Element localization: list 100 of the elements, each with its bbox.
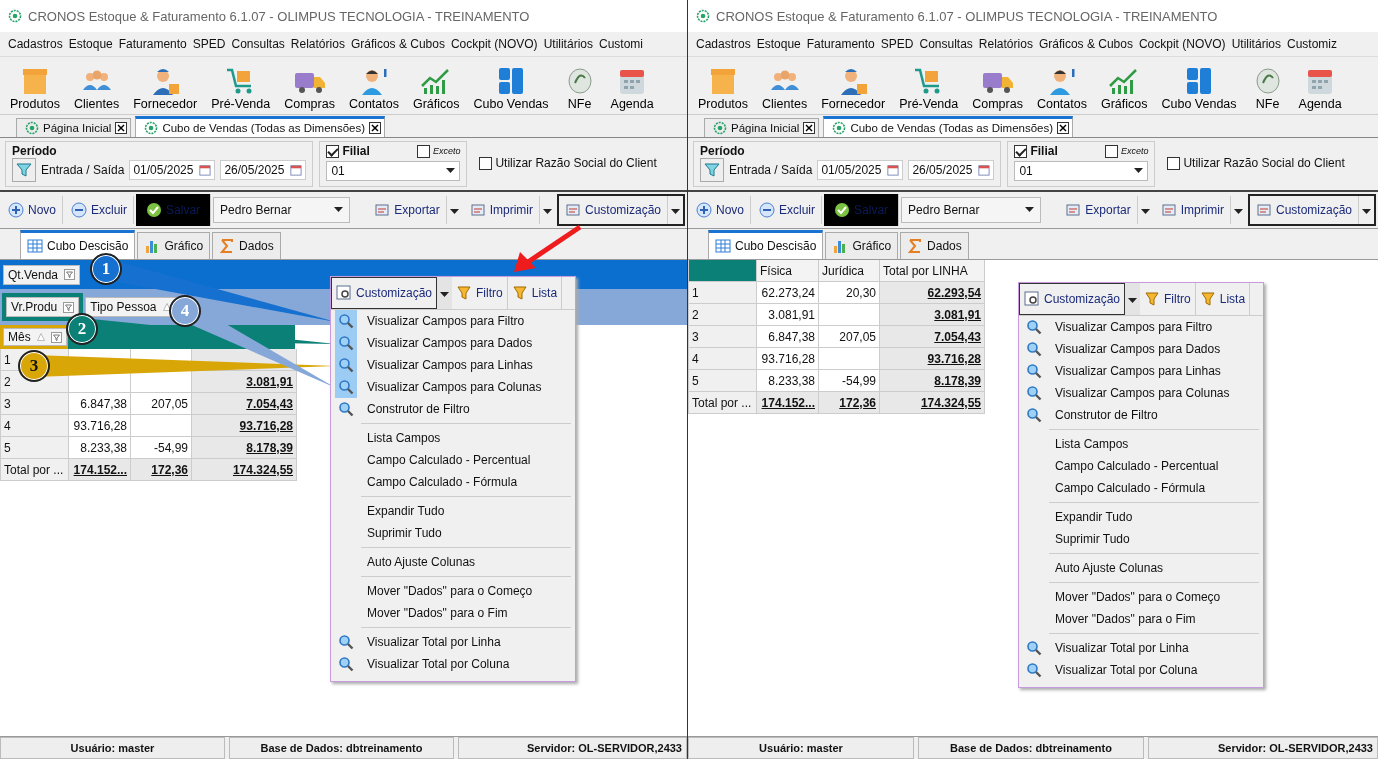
toolbar-button[interactable]: Clientes: [70, 66, 124, 111]
view-tab[interactable]: Gráfico: [825, 232, 899, 259]
menu-item[interactable]: Cadastros: [696, 37, 751, 51]
dropdown-arrow-icon[interactable]: [446, 168, 456, 174]
document-tab[interactable]: Cubo de Vendas (Todas as Dimensões): [823, 116, 1074, 137]
menu-item[interactable]: Visualizar Total por Coluna: [331, 653, 575, 675]
toolbar-button[interactable]: Produtos: [694, 66, 753, 111]
dropdown-arrow-icon[interactable]: [440, 291, 450, 298]
toolbar-button[interactable]: Cubo Vendas: [469, 66, 553, 111]
toolbar-button[interactable]: Contatos: [1032, 66, 1091, 111]
menu-item[interactable]: Mover "Dados" para o Fim: [331, 602, 575, 624]
toolbar-button[interactable]: Contatos: [344, 66, 403, 111]
close-icon[interactable]: [1057, 122, 1070, 134]
date-field[interactable]: 26/05/2025: [908, 160, 995, 180]
tab-label[interactable]: Cubo de Vendas (Todas as Dimensões): [162, 122, 366, 134]
close-icon[interactable]: [115, 122, 128, 134]
dropdown-arrow-icon[interactable]: [334, 207, 344, 213]
toolbar-button[interactable]: Compras: [968, 66, 1027, 111]
menu-item[interactable]: Expandir Tudo: [331, 500, 575, 522]
menu-item[interactable]: Visualizar Campos para Filtro: [331, 310, 575, 332]
toolbar-button[interactable]: Clientes: [758, 66, 812, 111]
toolbar-button[interactable]: Fornecedor: [817, 66, 890, 111]
dropdown-arrow-icon[interactable]: [542, 208, 552, 215]
except-checkbox[interactable]: Exceto: [416, 144, 461, 158]
toolbar-button[interactable]: Lista: [1195, 283, 1251, 315]
calendar-icon[interactable]: [887, 163, 900, 177]
calendar-icon[interactable]: [978, 163, 991, 177]
toolbar-button[interactable]: NFe: [558, 66, 601, 111]
menu-item[interactable]: Construtor de Filtro: [1019, 404, 1263, 426]
menu-item[interactable]: Campo Calculado - Percentual: [331, 449, 575, 471]
menu-item[interactable]: SPED: [192, 37, 226, 51]
menu-item[interactable]: Lista Campos: [1019, 433, 1263, 455]
user-select[interactable]: Pedro Bernar: [901, 197, 1042, 223]
menu-item[interactable]: Cockpit (NOVO): [1138, 37, 1226, 51]
filial-checkbox[interactable]: Filial: [326, 144, 370, 158]
close-icon[interactable]: [803, 122, 816, 134]
field-chip[interactable]: Qt.Venda: [3, 264, 81, 285]
customize-button[interactable]: Customização: [1019, 283, 1126, 315]
menu-item[interactable]: Faturamento: [118, 37, 187, 51]
menu-item[interactable]: Consultas: [231, 37, 285, 51]
toolbar-button[interactable]: Agenda: [606, 66, 658, 111]
toolbar-button[interactable]: Fornecedor: [129, 66, 202, 111]
menu-item[interactable]: Utilitários: [1231, 37, 1281, 51]
toolbar-button[interactable]: Filtro: [1140, 283, 1196, 315]
menu-item[interactable]: Consultas: [919, 37, 973, 51]
menu-item[interactable]: Utilitários: [543, 37, 593, 51]
dropdown-arrow-icon[interactable]: [1140, 208, 1150, 215]
dropdown-arrow-icon[interactable]: [1362, 208, 1371, 215]
menu-item[interactable]: Auto Ajuste Colunas: [331, 551, 575, 573]
sort-icon[interactable]: [162, 303, 171, 311]
toolbar-button[interactable]: Lista: [507, 277, 563, 309]
tab-label[interactable]: Página Inicial: [43, 122, 112, 134]
menu-item[interactable]: Visualizar Campos para Linhas: [331, 354, 575, 376]
close-icon[interactable]: [369, 122, 382, 134]
menu-item[interactable]: Lista Campos: [331, 427, 575, 449]
user-select[interactable]: Pedro Bernar: [213, 197, 351, 223]
menu-item[interactable]: Visualizar Campos para Colunas: [331, 376, 575, 398]
document-tab[interactable]: Cubo de Vendas (Todas as Dimensões): [135, 116, 386, 137]
menu-item[interactable]: Suprimir Tudo: [1019, 528, 1263, 550]
menu-item[interactable]: Estoque: [756, 37, 801, 51]
dropdown-arrow-icon[interactable]: [1134, 168, 1144, 174]
menu-item[interactable]: Visualizar Campos para Dados: [331, 332, 575, 354]
dropdown-arrow-icon[interactable]: [1233, 208, 1243, 215]
menu-item[interactable]: Visualizar Total por Linha: [331, 631, 575, 653]
tab-label[interactable]: Cubo de Vendas (Todas as Dimensões): [850, 122, 1054, 134]
razao-checkbox[interactable]: Utilizar Razão Social do Client: [479, 156, 657, 170]
document-tab[interactable]: Página Inicial: [704, 118, 820, 137]
menu-item[interactable]: Customiz: [1286, 37, 1337, 51]
menu-item[interactable]: Auto Ajuste Colunas: [1019, 557, 1263, 579]
menu-item[interactable]: Campo Calculado - Fórmula: [331, 471, 575, 493]
tab-label[interactable]: Página Inicial: [731, 122, 800, 134]
view-tab[interactable]: Dados: [212, 232, 281, 259]
date-field[interactable]: 26/05/2025: [220, 160, 307, 180]
dropdown-arrow-icon[interactable]: [671, 208, 680, 215]
filial-checkbox[interactable]: Filial: [1014, 144, 1058, 158]
filter-button[interactable]: [12, 158, 36, 182]
date-field[interactable]: 01/05/2025: [817, 160, 904, 180]
menu-item[interactable]: SPED: [880, 37, 914, 51]
calendar-icon[interactable]: [290, 163, 303, 177]
except-checkbox[interactable]: Exceto: [1104, 144, 1149, 158]
filial-select[interactable]: 01: [1014, 161, 1149, 181]
view-tab[interactable]: Cubo Descisão: [708, 230, 824, 259]
menu-item[interactable]: Construtor de Filtro: [331, 398, 575, 420]
toolbar-button[interactable]: Cubo Vendas: [1157, 66, 1241, 111]
menu-item[interactable]: Cockpit (NOVO): [450, 37, 538, 51]
menu-item[interactable]: Customi: [598, 37, 643, 51]
menu-item[interactable]: Campo Calculado - Percentual: [1019, 455, 1263, 477]
toolbar-button[interactable]: Produtos: [6, 66, 65, 111]
view-tab[interactable]: Dados: [900, 232, 969, 259]
menu-item[interactable]: Visualizar Campos para Filtro: [1019, 316, 1263, 338]
menu-item[interactable]: Suprimir Tudo: [331, 522, 575, 544]
menu-item[interactable]: Visualizar Campos para Colunas: [1019, 382, 1263, 404]
document-tab[interactable]: Página Inicial: [16, 118, 132, 137]
toolbar-button[interactable]: Filtro: [452, 277, 508, 309]
menu-item[interactable]: Estoque: [68, 37, 113, 51]
toolbar-button[interactable]: Compras: [280, 66, 339, 111]
calendar-icon[interactable]: [199, 163, 212, 177]
view-tab[interactable]: Cubo Descisão: [20, 230, 136, 259]
toolbar-button[interactable]: Agenda: [1294, 66, 1346, 111]
customize-button[interactable]: Customização: [331, 277, 438, 309]
